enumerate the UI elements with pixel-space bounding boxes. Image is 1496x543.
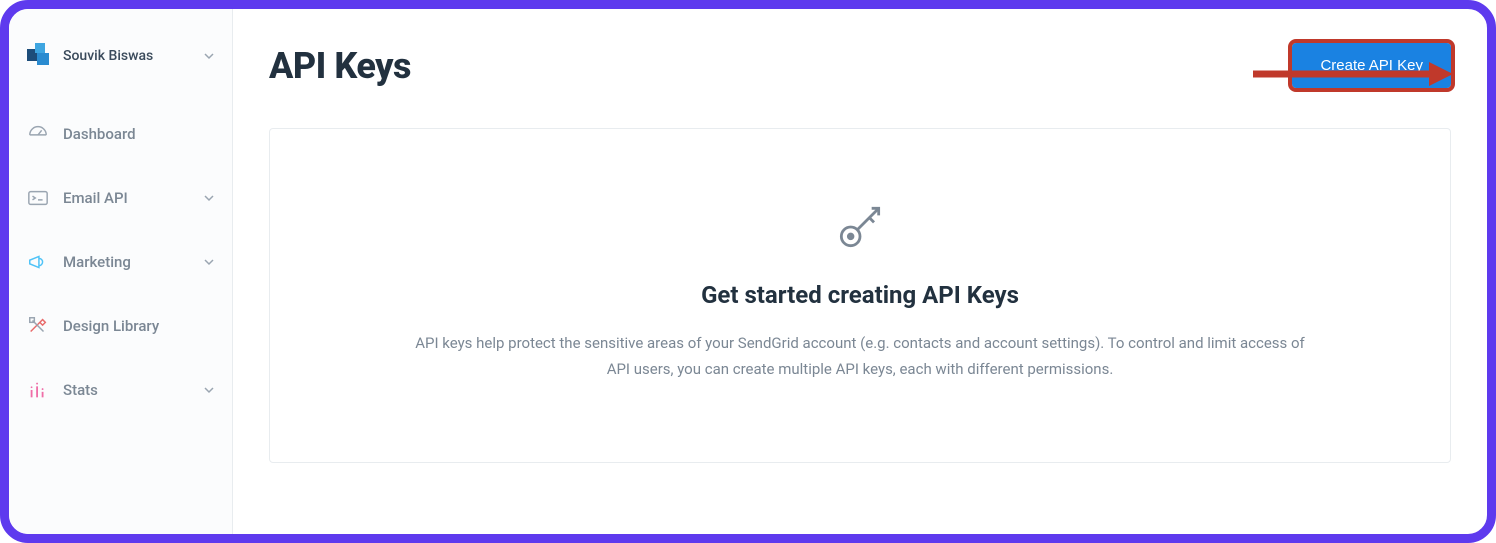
user-menu[interactable]: Souvik Biswas: [9, 33, 232, 99]
sidebar-item-dashboard[interactable]: Dashboard: [9, 105, 232, 163]
sidebar-item-label: Marketing: [63, 253, 190, 271]
megaphone-icon: [27, 251, 49, 273]
sidebar-item-stats[interactable]: Stats: [9, 361, 232, 419]
sidebar: Souvik Biswas Dashboard Email API Market…: [9, 9, 233, 534]
user-name: Souvik Biswas: [63, 48, 194, 64]
avatar: [27, 43, 53, 69]
gauge-icon: [27, 123, 49, 145]
sidebar-item-label: Stats: [63, 381, 190, 399]
empty-state-title: Get started creating API Keys: [350, 281, 1370, 309]
sidebar-item-label: Design Library: [63, 317, 214, 335]
main-content: API Keys Create API Key Get started crea…: [233, 9, 1487, 534]
sidebar-item-email-api[interactable]: Email API: [9, 169, 232, 227]
empty-state-card: Get started creating API Keys API keys h…: [269, 128, 1451, 463]
sidebar-item-marketing[interactable]: Marketing: [9, 233, 232, 291]
sidebar-item-label: Dashboard: [63, 125, 214, 143]
empty-state-description: API keys help protect the sensitive area…: [410, 331, 1310, 382]
chevron-down-icon: [204, 51, 214, 61]
sidebar-item-label: Email API: [63, 189, 190, 207]
stats-icon: [27, 379, 49, 401]
annotation-arrow-icon: [1253, 59, 1453, 89]
terminal-icon: [27, 187, 49, 209]
sidebar-item-design-library[interactable]: Design Library: [9, 297, 232, 355]
design-icon: [27, 315, 49, 337]
app-frame: Souvik Biswas Dashboard Email API Market…: [0, 0, 1496, 543]
page-title: API Keys: [269, 45, 411, 87]
chevron-down-icon: [204, 193, 214, 203]
chevron-down-icon: [204, 257, 214, 267]
key-icon: [830, 199, 890, 259]
chevron-down-icon: [204, 385, 214, 395]
